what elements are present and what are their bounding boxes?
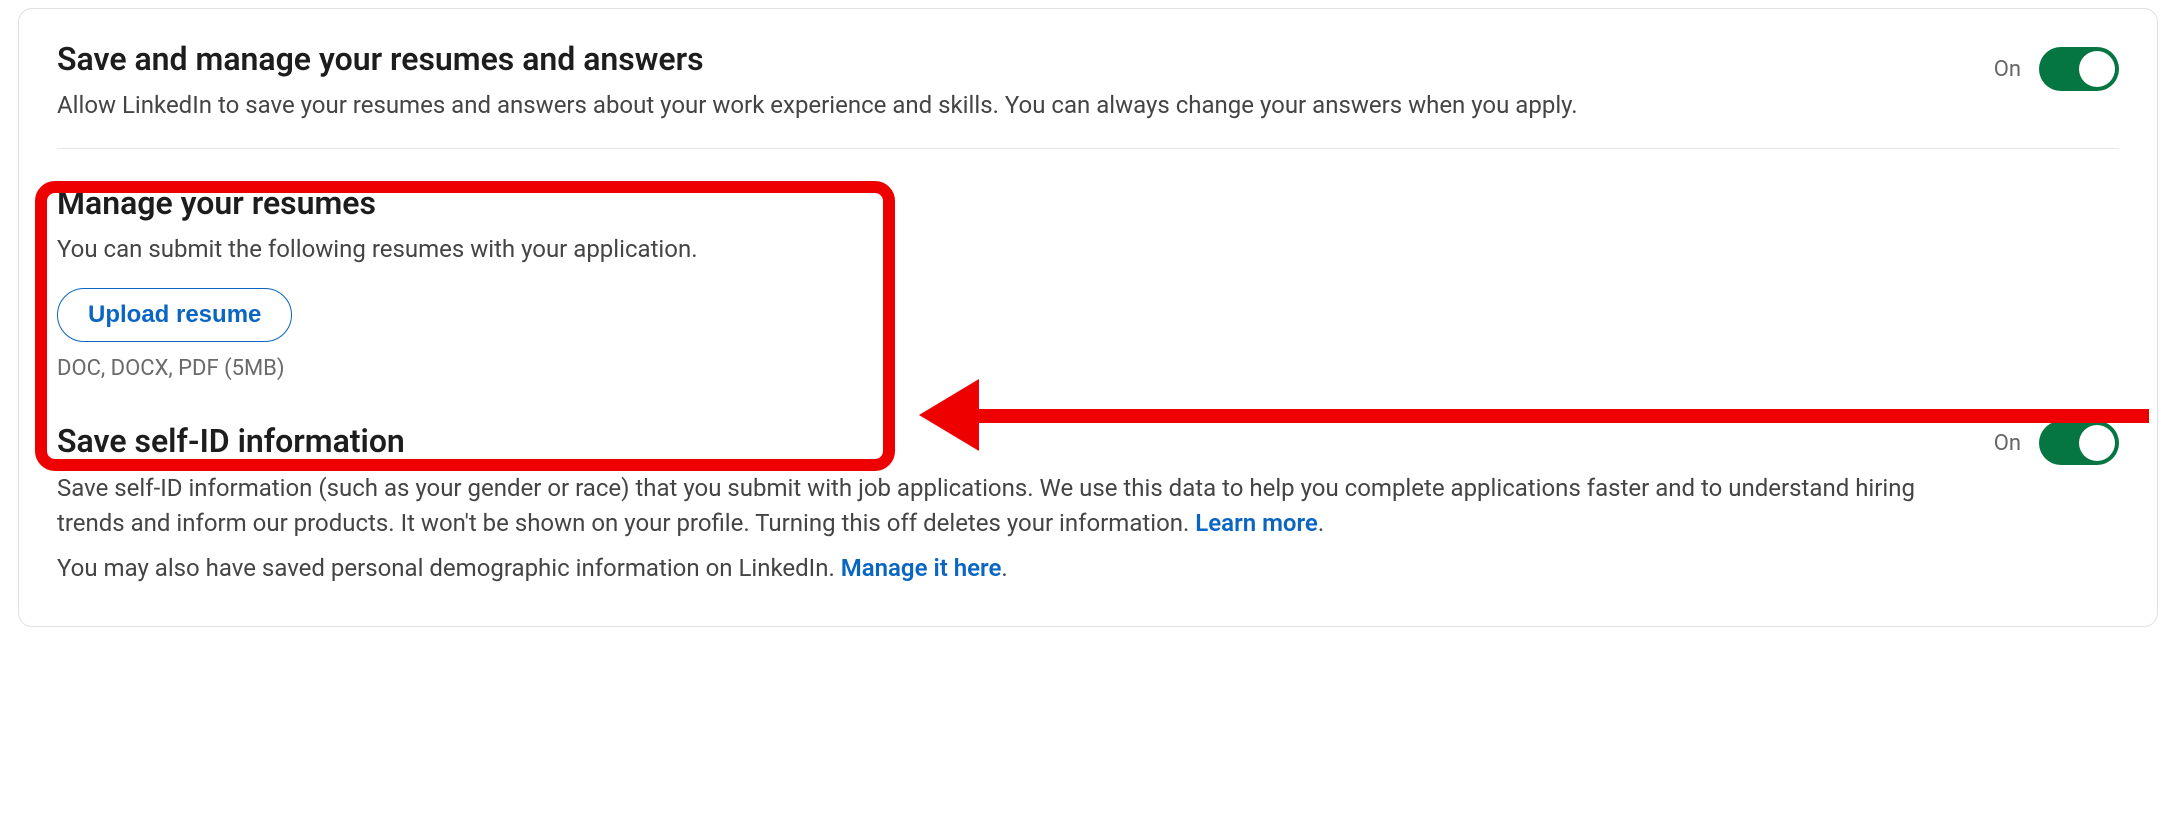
section-self-id: Save self-ID information On Save self-ID… [19,415,2157,625]
desc-text: Save self-ID information (such as your g… [57,474,1915,537]
section-description: Allow LinkedIn to save your resumes and … [57,89,2119,123]
toggle-group: On [1994,47,2119,91]
toggle-knob [2079,425,2115,461]
desc-text: You may also have saved personal demogra… [57,554,841,582]
section-title: Save and manage your resumes and answers [57,39,2119,79]
section-save-resumes-answers: Save and manage your resumes and answers… [19,9,2157,148]
manage-it-here-link[interactable]: Manage it here [841,554,1002,582]
section-description: Save self-ID information (such as your g… [57,471,1927,541]
section-title: Manage your resumes [57,183,2119,223]
file-format-hint: DOC, DOCX, PDF (5MB) [57,356,2119,381]
learn-more-link[interactable]: Learn more [1195,509,1318,537]
toggle-state-label: On [1994,57,2021,82]
toggle-group: On [1994,421,2119,465]
period: . [1001,554,1007,582]
section-title: Save self-ID information [57,421,2119,461]
section-description: You can submit the following resumes wit… [57,233,2119,267]
toggle-state-label: On [1994,431,2021,456]
period: . [1318,509,1324,537]
secondary-description: You may also have saved personal demogra… [57,551,2119,586]
section-manage-resumes: Manage your resumes You can submit the f… [19,149,2157,416]
settings-card: Save and manage your resumes and answers… [18,8,2158,627]
upload-resume-button[interactable]: Upload resume [57,288,292,342]
save-resumes-toggle[interactable] [2039,47,2119,91]
self-id-toggle[interactable] [2039,421,2119,465]
toggle-knob [2079,51,2115,87]
